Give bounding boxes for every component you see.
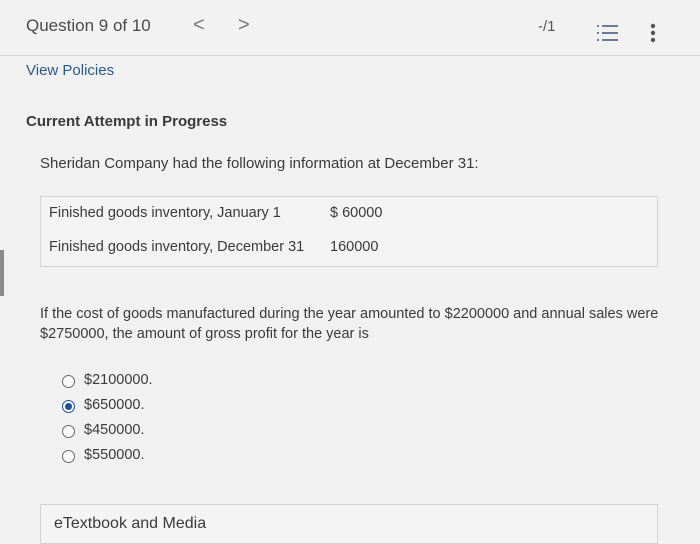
row-value: 160000 bbox=[330, 239, 379, 255]
option-label: $650000. bbox=[84, 397, 145, 413]
option-label: $2100000. bbox=[84, 372, 153, 388]
view-policies-link[interactable]: View Policies bbox=[26, 62, 114, 79]
info-table: Finished goods inventory, January 1 $ 60… bbox=[40, 196, 658, 267]
row-label: Finished goods inventory, January 1 bbox=[49, 205, 281, 221]
question-stem: Sheridan Company had the following infor… bbox=[40, 155, 479, 172]
more-vertical-icon[interactable] bbox=[650, 23, 656, 43]
etextbook-label: eTextbook and Media bbox=[54, 515, 207, 532]
radio-button[interactable] bbox=[62, 375, 75, 388]
radio-button-selected[interactable] bbox=[62, 400, 75, 413]
etextbook-section[interactable]: eTextbook and Media bbox=[40, 504, 658, 544]
next-question-button[interactable]: > bbox=[238, 14, 250, 37]
left-scroll-indicator bbox=[0, 250, 4, 296]
row-label: Finished goods inventory, December 31 bbox=[49, 239, 305, 255]
question-text: If the cost of goods manufactured during… bbox=[40, 306, 659, 342]
option-label: $450000. bbox=[84, 422, 145, 438]
question-header: Question 9 of 10 < > -/1 bbox=[0, 0, 700, 56]
previous-question-button[interactable]: < bbox=[193, 14, 205, 37]
list-icon[interactable] bbox=[597, 24, 619, 42]
radio-button[interactable] bbox=[62, 425, 75, 438]
radio-button[interactable] bbox=[62, 450, 75, 463]
attempt-status: Current Attempt in Progress bbox=[26, 113, 228, 130]
option-label: $550000. bbox=[84, 447, 145, 463]
question-counter: Question 9 of 10 bbox=[26, 16, 151, 35]
row-value: $ 60000 bbox=[330, 205, 383, 221]
score-indicator: -/1 bbox=[538, 18, 556, 35]
